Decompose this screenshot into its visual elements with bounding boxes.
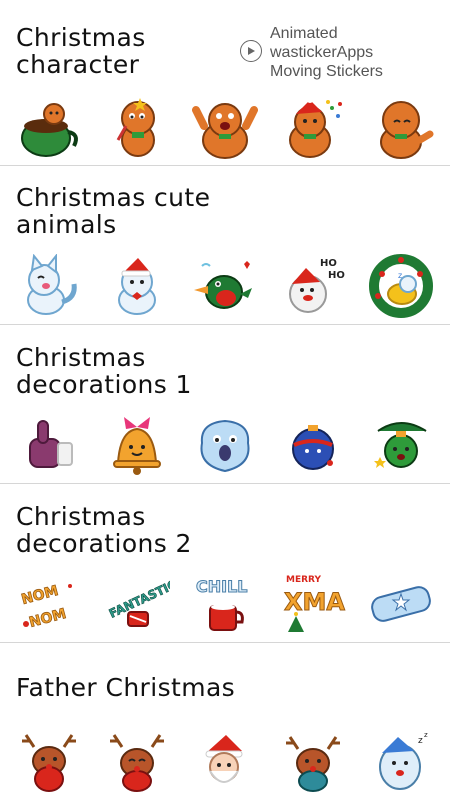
pack-title: Christmas decorations 1 bbox=[16, 344, 192, 398]
gingerbread-wave-sticker bbox=[368, 96, 434, 160]
fantastic-drum-sticker: FANTASTIC! bbox=[104, 572, 170, 636]
badge-line-moving: Moving Stickers bbox=[270, 63, 383, 80]
svg-text:z: z bbox=[418, 736, 423, 746]
svg-text:CHILL: CHILL bbox=[196, 577, 247, 596]
pack-title-line1: Christmas bbox=[16, 502, 146, 531]
animated-badge: Animated wastickerApps Moving Stickers bbox=[240, 24, 383, 81]
reindeer-one-sticker bbox=[16, 731, 82, 795]
gingerbread-wand-sticker bbox=[104, 96, 170, 160]
gingerbread-cup-sticker bbox=[16, 96, 82, 160]
gingerbread-party-sticker bbox=[280, 96, 346, 160]
pack-title: Christmas character bbox=[16, 24, 146, 78]
pack-title-line2: animals bbox=[16, 210, 117, 239]
sticker-row bbox=[16, 413, 434, 477]
badge-line-animated: Animated bbox=[270, 25, 338, 42]
sticker-row bbox=[16, 96, 434, 160]
merry-xmas-sticker: MERRY XMAS bbox=[280, 572, 346, 636]
pack-title-line2: decorations 1 bbox=[16, 370, 192, 399]
green-bird-sticker bbox=[192, 254, 258, 318]
pack-title-line1: Father Christmas bbox=[16, 673, 236, 702]
sticker-pack-father-christmas[interactable]: Father Christmas z z bbox=[0, 643, 450, 800]
sticker-pack-christmas-decorations-1[interactable]: Christmas decorations 1 bbox=[0, 325, 450, 484]
reindeer-three-sticker bbox=[280, 731, 346, 795]
santa-face-sticker bbox=[192, 731, 258, 795]
pack-title-line2: decorations 2 bbox=[16, 529, 192, 558]
pack-title: Christmas cute animals bbox=[16, 184, 210, 238]
frosty-text-sticker bbox=[368, 572, 434, 636]
pack-title-line2: character bbox=[16, 50, 140, 79]
svg-text:NOM: NOM bbox=[28, 606, 68, 631]
pack-title: Christmas decorations 2 bbox=[16, 503, 192, 557]
svg-text:MERRY: MERRY bbox=[286, 575, 321, 585]
svg-text:XMAS: XMAS bbox=[284, 588, 346, 616]
tree-ornament-sticker bbox=[368, 413, 434, 477]
badge-line-wastickerapps: wastickerApps bbox=[270, 44, 374, 61]
gingerbread-cheer-sticker bbox=[192, 96, 258, 160]
pack-title-line1: Christmas bbox=[16, 343, 146, 372]
pack-title: Father Christmas bbox=[16, 674, 235, 701]
fox-santa-hat-sticker bbox=[104, 254, 170, 318]
ornament-ball-sticker bbox=[280, 413, 346, 477]
chill-mug-sticker: CHILL bbox=[192, 572, 258, 636]
pack-title-line1: Christmas bbox=[16, 23, 146, 52]
sticker-pack-christmas-cute-animals[interactable]: Christmas cute animals HO HO z bbox=[0, 166, 450, 325]
svg-text:HO: HO bbox=[320, 258, 337, 269]
bell-bow-sticker bbox=[104, 413, 170, 477]
thumbs-up-mitten-sticker bbox=[16, 413, 82, 477]
snowy-santa-sticker: z z bbox=[368, 731, 434, 795]
sticker-row: HO HO z bbox=[16, 254, 434, 318]
sticker-row: NOM NOM FANTASTIC! CHILL MERRY XMA bbox=[16, 572, 434, 636]
play-circle-icon bbox=[240, 40, 262, 62]
pack-title-line1: Christmas cute bbox=[16, 183, 211, 212]
svg-text:z: z bbox=[424, 731, 428, 739]
sticker-row: z z bbox=[16, 731, 434, 795]
nom-nom-sticker: NOM NOM bbox=[16, 572, 82, 636]
svg-text:HO: HO bbox=[328, 270, 345, 281]
sticker-pack-christmas-character[interactable]: Christmas character Animated wastickerAp… bbox=[0, 0, 450, 166]
sticker-pack-christmas-decorations-2[interactable]: Christmas decorations 2 NOM NOM FANTASTI… bbox=[0, 484, 450, 643]
white-fox-sticker bbox=[16, 254, 82, 318]
santa-ho-ho-sticker: HO HO bbox=[280, 254, 346, 318]
svg-text:z: z bbox=[398, 271, 402, 280]
svg-text:NOM: NOM bbox=[20, 583, 60, 608]
wreath-animal-sticker: z bbox=[368, 254, 434, 318]
snowball-face-sticker bbox=[192, 413, 258, 477]
reindeer-two-sticker bbox=[104, 731, 170, 795]
